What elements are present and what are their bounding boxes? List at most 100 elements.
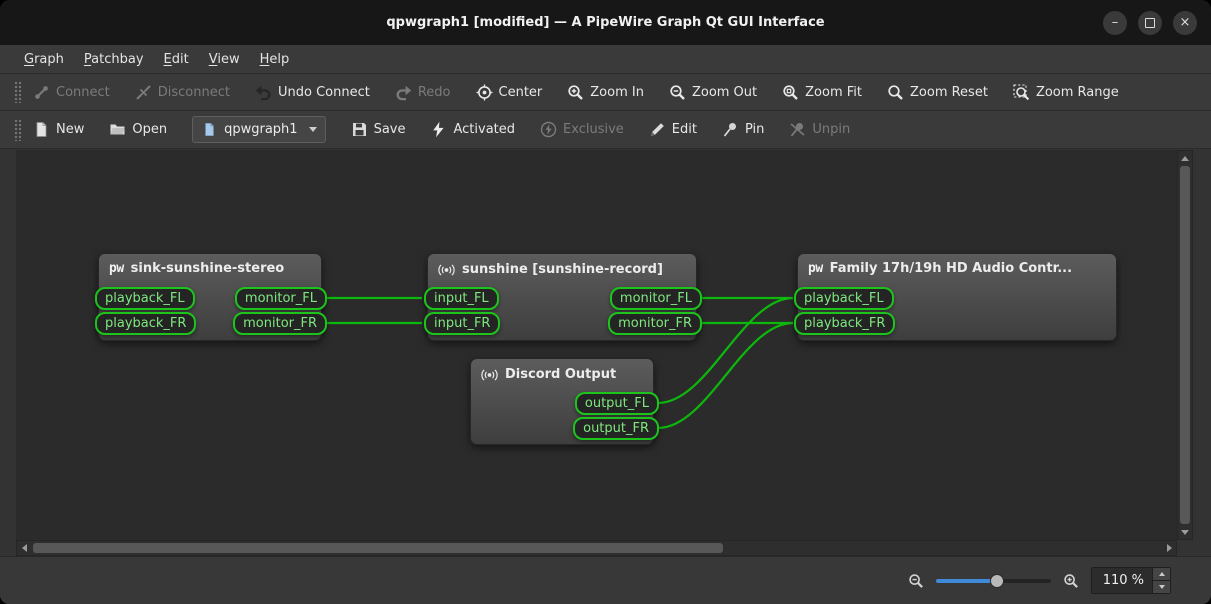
port-output-fr[interactable]: output_FR bbox=[573, 417, 659, 440]
new-label: New bbox=[56, 122, 84, 137]
center-icon bbox=[476, 84, 493, 101]
menu-label-accel: G bbox=[24, 52, 34, 67]
port-output-fl[interactable]: output_FL bbox=[575, 392, 659, 415]
port-monitor-fl[interactable]: monitor_FL bbox=[235, 287, 327, 310]
menu-graph[interactable]: Graph bbox=[14, 48, 74, 71]
zoom-range-icon bbox=[1013, 84, 1030, 101]
zoom-in-label: Zoom In bbox=[590, 85, 644, 100]
port-monitor-fr[interactable]: monitor_FR bbox=[608, 312, 702, 335]
vertical-scrollbar[interactable] bbox=[1177, 150, 1193, 540]
statusbar: 110 % bbox=[0, 556, 1211, 604]
unpin-label: Unpin bbox=[812, 122, 850, 137]
new-file-icon bbox=[33, 121, 50, 138]
scroll-up-button[interactable] bbox=[1178, 151, 1192, 165]
patchbay-file-icon bbox=[201, 121, 218, 138]
port-playback-fl[interactable]: playback_FL bbox=[95, 287, 195, 310]
zoom-out-mini-icon[interactable] bbox=[908, 573, 924, 589]
zoom-in-mini-icon[interactable] bbox=[1063, 573, 1079, 589]
exclusive-lightning-icon bbox=[540, 121, 557, 138]
unpin-icon bbox=[789, 121, 806, 138]
minimize-button[interactable]: – bbox=[1103, 11, 1127, 35]
zoom-in-button[interactable]: Zoom In bbox=[567, 84, 644, 101]
horizontal-scroll-handle[interactable] bbox=[33, 543, 723, 553]
menu-patchbay[interactable]: Patchbay bbox=[74, 48, 154, 71]
patchbay-select[interactable]: qpwgraph1 bbox=[192, 116, 325, 143]
zoom-slider-handle[interactable] bbox=[990, 574, 1004, 588]
edit-button[interactable]: Edit bbox=[649, 121, 697, 138]
arrow-down-icon bbox=[1181, 530, 1189, 535]
node-sink-sunshine-stereo[interactable]: pw sink-sunshine-stereo playback_FL play… bbox=[98, 253, 322, 341]
edit-label: Edit bbox=[672, 122, 697, 137]
port-playback-fr[interactable]: playback_FR bbox=[794, 312, 895, 335]
zoom-slider[interactable] bbox=[936, 573, 1051, 589]
horizontal-scrollbar[interactable] bbox=[16, 540, 1177, 556]
menu-edit[interactable]: Edit bbox=[154, 48, 199, 71]
graph-canvas[interactable]: pw sink-sunshine-stereo playback_FL play… bbox=[16, 150, 1177, 540]
window-title: qpwgraph1 [modified] — A PipeWire Graph … bbox=[386, 15, 824, 30]
scroll-left-button[interactable] bbox=[17, 541, 31, 555]
spin-down-button[interactable] bbox=[1153, 580, 1170, 593]
menu-label: raph bbox=[34, 52, 64, 67]
port-input-fr[interactable]: input_FR bbox=[424, 312, 500, 335]
port-playback-fl[interactable]: playback_FL bbox=[794, 287, 894, 310]
redo-button[interactable]: Redo bbox=[395, 84, 451, 101]
center-button[interactable]: Center bbox=[476, 84, 543, 101]
open-button[interactable]: Open bbox=[109, 121, 167, 138]
pin-label: Pin bbox=[745, 122, 764, 137]
node-sunshine-record[interactable]: sunshine [sunshine-record] input_FL inpu… bbox=[427, 253, 697, 341]
vertical-scroll-handle[interactable] bbox=[1180, 166, 1190, 524]
connect-button[interactable]: Connect bbox=[33, 84, 110, 101]
window-controls: – × bbox=[1103, 0, 1197, 45]
zoom-range-button[interactable]: Zoom Range bbox=[1013, 84, 1119, 101]
node-header: Discord Output bbox=[471, 359, 653, 390]
pin-button[interactable]: Pin bbox=[722, 121, 764, 138]
node-discord-output[interactable]: Discord Output output_FL output_FR bbox=[470, 358, 654, 445]
scroll-down-button[interactable] bbox=[1178, 525, 1192, 539]
open-folder-icon bbox=[109, 121, 126, 138]
exclusive-toggle[interactable]: Exclusive bbox=[540, 121, 624, 138]
node-family-hd-audio[interactable]: pw Family 17h/19h HD Audio Contr... play… bbox=[797, 253, 1117, 341]
arrow-up-icon bbox=[1181, 156, 1189, 161]
scroll-right-button[interactable] bbox=[1162, 541, 1176, 555]
menubar: Graph Patchbay Edit View Help bbox=[0, 45, 1211, 74]
node-title: sink-sunshine-stereo bbox=[131, 261, 285, 276]
activated-label: Activated bbox=[453, 122, 515, 137]
zoom-fit-button[interactable]: Zoom Fit bbox=[782, 84, 862, 101]
maximize-button[interactable] bbox=[1138, 11, 1162, 35]
node-header: pw Family 17h/19h HD Audio Contr... bbox=[798, 254, 1116, 283]
unpin-button[interactable]: Unpin bbox=[789, 121, 850, 138]
undo-connect-button[interactable]: Undo Connect bbox=[255, 84, 370, 101]
save-label: Save bbox=[374, 122, 406, 137]
port-monitor-fr[interactable]: monitor_FR bbox=[233, 312, 327, 335]
zoom-reset-button[interactable]: Zoom Reset bbox=[887, 84, 988, 101]
open-label: Open bbox=[132, 122, 167, 137]
patchbay-select-value: qpwgraph1 bbox=[224, 122, 297, 137]
patchbay-toolbar: New Open qpwgraph1 Save Activated bbox=[0, 111, 1211, 149]
app-window: qpwgraph1 [modified] — A PipeWire Graph … bbox=[0, 0, 1211, 604]
port-playback-fr[interactable]: playback_FR bbox=[95, 312, 196, 335]
exclusive-label: Exclusive bbox=[563, 122, 624, 137]
save-button[interactable]: Save bbox=[351, 121, 406, 138]
activated-toggle[interactable]: Activated bbox=[430, 121, 515, 138]
zoom-out-button[interactable]: Zoom Out bbox=[669, 84, 757, 101]
menu-help[interactable]: Help bbox=[250, 48, 300, 71]
close-icon: × bbox=[1180, 16, 1191, 29]
titlebar[interactable]: qpwgraph1 [modified] — A PipeWire Graph … bbox=[0, 0, 1211, 45]
node-title: Family 17h/19h HD Audio Contr... bbox=[830, 261, 1072, 276]
disconnect-button[interactable]: Disconnect bbox=[135, 84, 230, 101]
pipewire-icon: pw bbox=[808, 261, 823, 276]
connect-icon bbox=[33, 84, 50, 101]
close-button[interactable]: × bbox=[1173, 11, 1197, 35]
zoom-fit-icon bbox=[782, 84, 799, 101]
toolbar-drag-handle[interactable] bbox=[14, 119, 21, 141]
spin-up-button[interactable] bbox=[1153, 568, 1170, 580]
new-button[interactable]: New bbox=[33, 121, 84, 138]
menu-view[interactable]: View bbox=[199, 48, 250, 71]
zoom-spinbox[interactable]: 110 % bbox=[1091, 567, 1171, 594]
graph-central: pw sink-sunshine-stereo playback_FL play… bbox=[0, 149, 1211, 556]
port-monitor-fl[interactable]: monitor_FL bbox=[610, 287, 702, 310]
port-input-fl[interactable]: input_FL bbox=[424, 287, 499, 310]
toolbar-drag-handle[interactable] bbox=[14, 81, 21, 103]
zoom-in-icon bbox=[567, 84, 584, 101]
center-label: Center bbox=[499, 85, 543, 100]
